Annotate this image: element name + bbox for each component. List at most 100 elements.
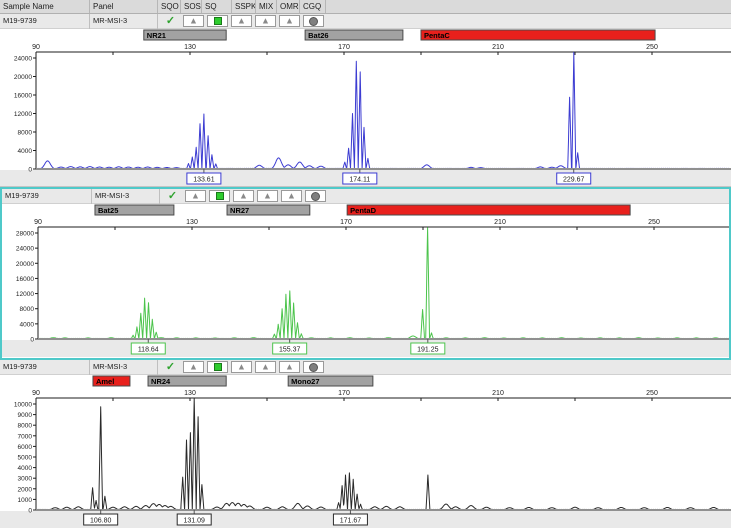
panel-block-1: M19-9739 MR-MSI-3 ✓ ▲ ▲ ▲ ▲ NR21 Bat26 PentaC 9… (0, 14, 731, 187)
flag-triangle-icon-button[interactable]: ▲ (255, 15, 276, 27)
svg-text:8000: 8000 (20, 306, 35, 313)
svg-text:PentaD: PentaD (350, 206, 376, 215)
flag-triangle-icon: ▲ (263, 190, 272, 200)
sample-row-2[interactable]: M19-9739 MR-MSI-3 ✓ ▲ ▲ ▲ ▲ (2, 189, 729, 204)
svg-text:0: 0 (28, 508, 32, 515)
marker-bar-bat25[interactable]: Bat25 (94, 204, 175, 216)
svg-text:0: 0 (28, 167, 32, 174)
panel-name-cell[interactable]: MR-MSI-3 (90, 14, 158, 29)
header-col-sspk[interactable]: SSPK (232, 0, 256, 13)
svg-text:16000: 16000 (16, 276, 34, 283)
header-col-omr[interactable]: OMR (277, 0, 300, 13)
panel-block-2-selected: M19-9739 MR-MSI-3 ✓ ▲ ▲ ▲ ▲ Bat25 NR27 PentaD 9… (0, 187, 731, 360)
svg-text:NR21: NR21 (147, 31, 166, 40)
flag-triangle-icon-button[interactable]: ▲ (231, 15, 252, 27)
marker-bar-nr24[interactable]: NR24 (147, 375, 227, 387)
marker-bar-pentac[interactable]: PentaC (420, 29, 656, 41)
msi-analysis-window: Sample Name Panel SQO SOS SQ SSPK MIX OMR CGQ M1… (0, 0, 731, 528)
marker-bars: Amel NR24 Mono27 (92, 375, 374, 387)
flag-triangle-icon-button[interactable]: ▲ (185, 190, 206, 202)
flag-triangle-icon-button[interactable]: ▲ (279, 361, 300, 373)
marker-bar-amel[interactable]: Amel (92, 375, 131, 387)
quality-green-square-icon (213, 17, 222, 25)
flag-triangle-icon-button[interactable]: ▲ (257, 190, 278, 202)
svg-text:12000: 12000 (14, 111, 32, 118)
header-col-mix[interactable]: MIX (256, 0, 277, 13)
flag-circle-icon-button[interactable] (305, 190, 326, 202)
header-col-cgq[interactable]: CGQ (300, 0, 326, 13)
svg-text:210: 210 (492, 44, 504, 51)
svg-text:PentaC: PentaC (424, 31, 450, 40)
svg-text:90: 90 (34, 219, 42, 226)
flag-triangle-icon: ▲ (287, 190, 296, 200)
marker-bar-pentad[interactable]: PentaD (346, 204, 631, 216)
header-col-sos[interactable]: SOS (181, 0, 202, 13)
sample-name-cell[interactable]: M19-9739 (2, 189, 92, 204)
flag-triangle-icon: ▲ (285, 15, 294, 25)
panel-name-cell[interactable]: MR-MSI-3 (92, 189, 160, 204)
panel-name-cell[interactable]: MR-MSI-3 (90, 360, 158, 375)
flag-triangle-icon-button[interactable]: ▲ (281, 190, 302, 202)
svg-text:130: 130 (186, 219, 198, 226)
svg-text:24000: 24000 (14, 56, 32, 63)
quality-green-square-icon-button[interactable] (209, 190, 230, 202)
svg-text:7000: 7000 (18, 433, 33, 440)
header-col-panel[interactable]: Panel (90, 0, 158, 13)
sample-row-1[interactable]: M19-9739 MR-MSI-3 ✓ ▲ ▲ ▲ ▲ (0, 14, 731, 29)
electropherogram-black[interactable]: Amel NR24 Mono27 90 130 170 210 250 0 1000 2000 300… (0, 375, 731, 528)
flag-triangle-icon: ▲ (191, 190, 200, 200)
quality-green-square-icon (213, 363, 222, 371)
svg-text:10000: 10000 (14, 402, 32, 409)
svg-text:4000: 4000 (18, 465, 33, 472)
x-axis: 90 130 170 210 250 (32, 390, 731, 401)
header-col-sq[interactable]: SQ (202, 0, 232, 13)
svg-text:4000: 4000 (18, 148, 33, 155)
flag-circle-icon-button[interactable] (303, 361, 324, 373)
svg-text:24000: 24000 (16, 246, 34, 253)
quality-green-square-icon (215, 192, 224, 200)
svg-text:170: 170 (340, 219, 352, 226)
flag-circle-icon (309, 362, 318, 372)
svg-text:210: 210 (494, 219, 506, 226)
marker-bar-nr27[interactable]: NR27 (226, 204, 311, 216)
svg-text:20000: 20000 (14, 74, 32, 81)
flag-triangle-icon-button[interactable]: ▲ (183, 361, 204, 373)
flag-circle-icon-button[interactable] (303, 15, 324, 27)
svg-text:3000: 3000 (18, 476, 33, 483)
flag-triangle-icon-button[interactable]: ▲ (255, 361, 276, 373)
svg-text:191.25: 191.25 (417, 347, 439, 354)
electropherogram-green[interactable]: Bat25 NR27 PentaD 90 130 170 210 250 0 4000 8000 12… (2, 204, 729, 357)
sample-name-cell[interactable]: M19-9739 (0, 360, 90, 375)
svg-text:130: 130 (184, 390, 196, 397)
approved-check-icon[interactable]: ✓ (163, 190, 182, 203)
electropherogram-blue[interactable]: NR21 Bat26 PentaC 90 130 170 210 250 0 4000 8000 12… (0, 29, 731, 187)
svg-text:171.67: 171.67 (340, 518, 362, 525)
y-axis: 0 1000 2000 3000 4000 5000 6000 7000 8000 9000 100… (14, 398, 37, 515)
svg-text:20000: 20000 (16, 261, 34, 268)
sample-name-cell[interactable]: M19-9739 (0, 14, 90, 29)
flag-triangle-icon-button[interactable]: ▲ (233, 190, 254, 202)
svg-text:5000: 5000 (18, 455, 33, 462)
quality-green-square-icon-button[interactable] (207, 361, 228, 373)
svg-text:229.67: 229.67 (563, 177, 585, 184)
y-axis: 0 4000 8000 12000 16000 20000 24000 (14, 52, 37, 174)
svg-text:250: 250 (646, 390, 658, 397)
svg-text:130: 130 (184, 44, 196, 51)
flag-triangle-icon: ▲ (189, 15, 198, 25)
approved-check-icon[interactable]: ✓ (161, 15, 180, 28)
svg-text:8000: 8000 (18, 130, 33, 137)
header-col-sqo[interactable]: SQO (158, 0, 181, 13)
header-col-sample-name[interactable]: Sample Name (0, 0, 90, 13)
flag-triangle-icon-button[interactable]: ▲ (183, 15, 204, 27)
quality-green-square-icon-button[interactable] (207, 15, 228, 27)
svg-text:90: 90 (32, 44, 40, 51)
approved-check-icon[interactable]: ✓ (161, 361, 180, 374)
flag-triangle-icon-button[interactable]: ▲ (231, 361, 252, 373)
marker-bar-nr21[interactable]: NR21 (143, 29, 227, 41)
sample-row-3[interactable]: M19-9739 MR-MSI-3 ✓ ▲ ▲ ▲ ▲ (0, 360, 731, 375)
svg-text:8000: 8000 (18, 423, 33, 430)
marker-bar-mono27[interactable]: Mono27 (287, 375, 374, 387)
marker-bar-bat26[interactable]: Bat26 (304, 29, 404, 41)
flag-triangle-icon-button[interactable]: ▲ (279, 15, 300, 27)
trace-line (36, 398, 730, 511)
